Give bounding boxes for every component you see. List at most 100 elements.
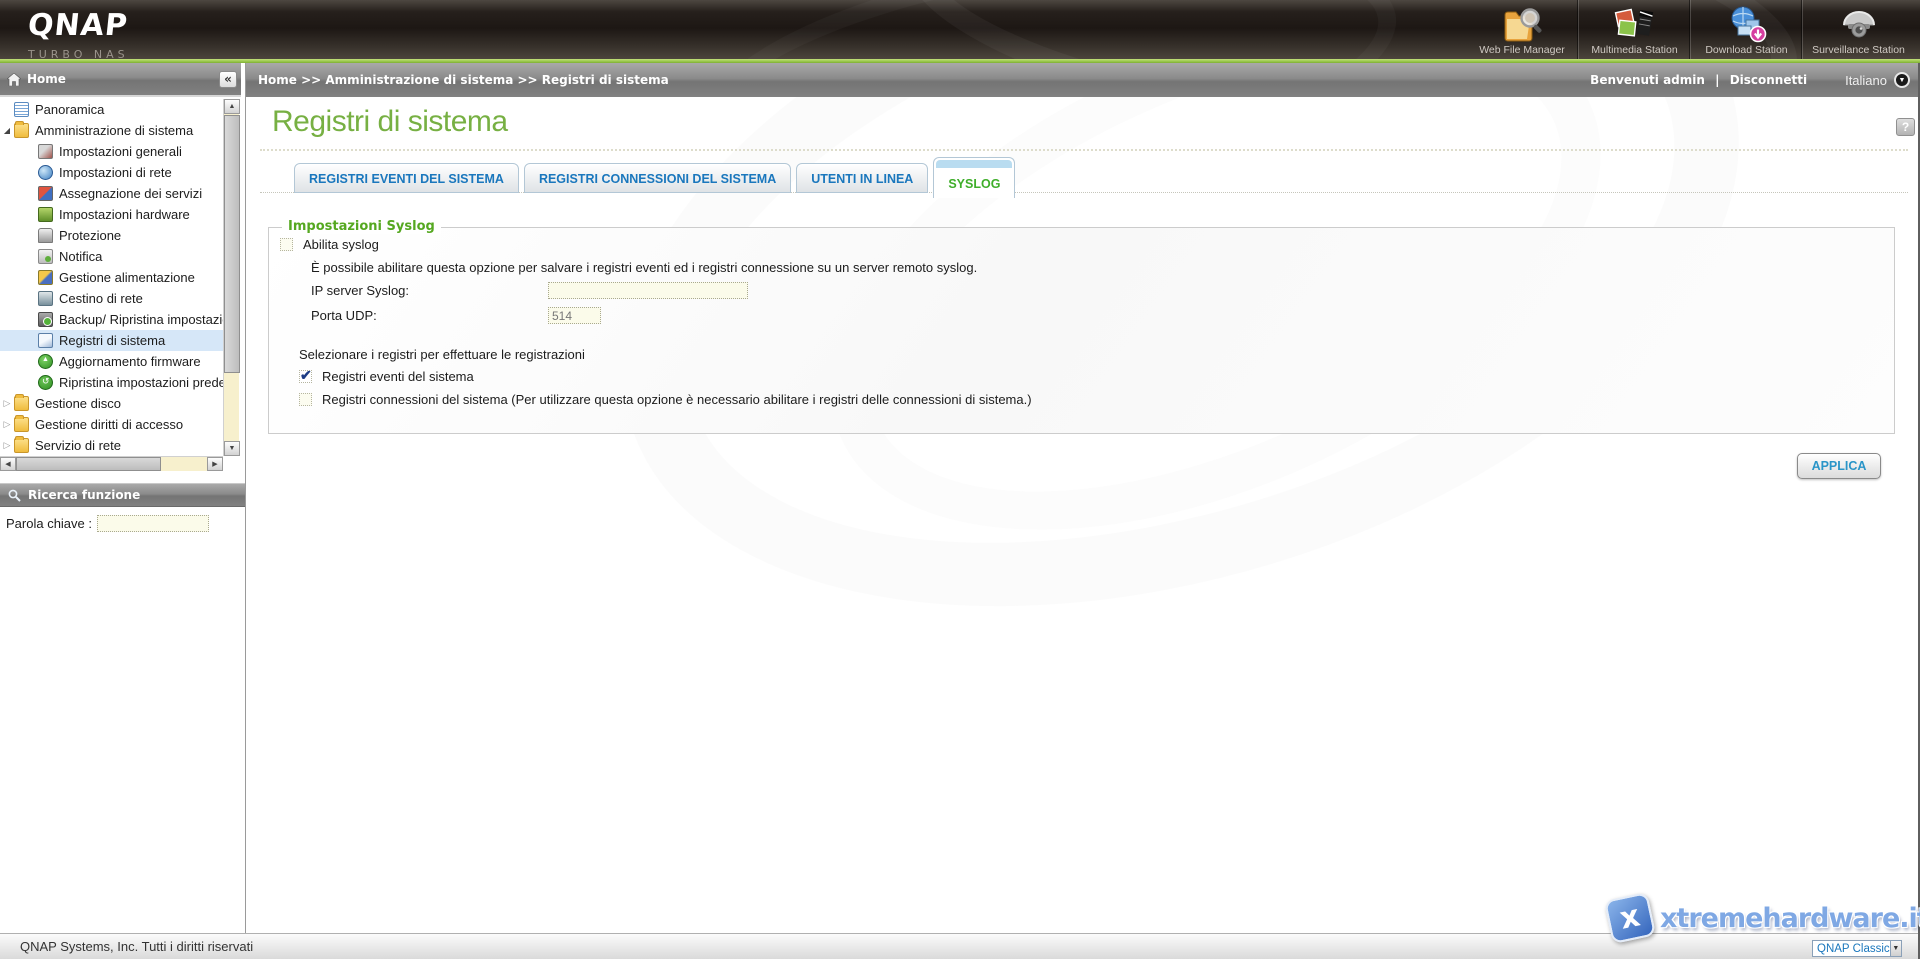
sidebar-item-label: Impostazioni di rete bbox=[59, 165, 172, 180]
backup-icon bbox=[38, 312, 53, 327]
navigation-tree: Panoramica ◢ Amministrazione di sistema Imp… bbox=[0, 99, 223, 456]
web-file-manager-icon bbox=[1499, 4, 1545, 44]
sidebar-item-amministrazione-di-sistema[interactable]: ◢ Amministrazione di sistema bbox=[0, 120, 223, 141]
top-banner: QNAP TURBO NAS Web File Manager Multimedi… bbox=[0, 0, 1920, 59]
event-logs-checkbox[interactable]: ✔ bbox=[299, 367, 312, 383]
page-title: Registri di sistema bbox=[272, 105, 508, 138]
search-icon bbox=[8, 489, 21, 502]
logs-icon bbox=[38, 333, 53, 348]
doc-icon bbox=[14, 102, 29, 117]
sidebar-item-impostazioni-hardware[interactable]: Impostazioni hardware bbox=[0, 204, 223, 225]
tab-label: REGISTRI EVENTI DEL SISTEMA bbox=[309, 172, 504, 186]
tab-utenti-in-linea[interactable]: UTENTI IN LINEA bbox=[796, 163, 929, 193]
sidebar-item-backup-ripristina-impostazioni[interactable]: Backup/ Ripristina impostazioni bbox=[0, 309, 223, 330]
logout-link[interactable]: Disconnetti bbox=[1730, 73, 1807, 87]
theme-select-arrow-icon[interactable]: ▼ bbox=[1889, 941, 1901, 956]
station-web-file-manager[interactable]: Web File Manager bbox=[1466, 0, 1578, 59]
sidebar-item-label: Panoramica bbox=[35, 102, 105, 117]
apply-button[interactable]: APPLICA bbox=[1797, 453, 1881, 479]
help-button[interactable]: ? bbox=[1896, 118, 1915, 136]
station-label: Web File Manager bbox=[1479, 44, 1565, 56]
sidebar-item-label: Aggiornamento firmware bbox=[59, 354, 201, 369]
hardware-icon bbox=[38, 207, 53, 222]
network-icon bbox=[38, 165, 53, 180]
notify-icon bbox=[38, 249, 53, 264]
syslog-ip-input[interactable] bbox=[548, 282, 748, 299]
horizontal-scroll-thumb[interactable] bbox=[16, 457, 161, 471]
sidebar-item-assegnazione-dei-servizi[interactable]: Assegnazione dei servizi bbox=[0, 183, 223, 204]
theme-select[interactable]: QNAP Classic ▼ bbox=[1812, 940, 1902, 957]
download-station-icon bbox=[1724, 4, 1770, 44]
enable-syslog-checkbox[interactable] bbox=[280, 238, 293, 251]
log-tabs: REGISTRI EVENTI DEL SISTEMA REGISTRI CONN… bbox=[294, 157, 1016, 198]
security-icon bbox=[38, 228, 53, 243]
tab-registri-eventi-del-sistema[interactable]: REGISTRI EVENTI DEL SISTEMA bbox=[294, 163, 519, 193]
language-dropdown-icon[interactable]: ▼ bbox=[1894, 72, 1910, 88]
scroll-up-icon[interactable]: ▲ bbox=[224, 99, 240, 114]
event-logs-label: Registri eventi del sistema bbox=[322, 369, 474, 384]
tab-label: SYSLOG bbox=[948, 177, 1001, 191]
sidebar-item-aggiornamento-firmware[interactable]: Aggiornamento firmware bbox=[0, 351, 223, 372]
sidebar-item-label: Cestino di rete bbox=[59, 291, 143, 306]
language-label: Italiano bbox=[1845, 72, 1887, 88]
station-surveillance-station[interactable]: Surveillance Station bbox=[1802, 0, 1914, 59]
expander-open-icon[interactable]: ◢ bbox=[0, 126, 14, 135]
sidebar: Panoramica ◢ Amministrazione di sistema Imp… bbox=[0, 97, 246, 933]
station-multimedia-station[interactable]: Multimedia Station bbox=[1578, 0, 1690, 59]
scroll-right-icon[interactable]: ▶ bbox=[207, 457, 223, 471]
connection-logs-checkbox[interactable] bbox=[299, 393, 312, 406]
sidebar-item-gestione-alimentazione[interactable]: Gestione alimentazione bbox=[0, 267, 223, 288]
sidebar-item-label: Gestione alimentazione bbox=[59, 270, 195, 285]
station-label: Surveillance Station bbox=[1812, 44, 1905, 56]
sidebar-item-label: Protezione bbox=[59, 228, 122, 243]
sidebar-item-ripristina-impostazioni-predefinite[interactable]: Ripristina impostazioni predefinite bbox=[0, 372, 223, 393]
tab-registri-connessioni-del-sistema[interactable]: REGISTRI CONNESSIONI DEL SISTEMA bbox=[523, 163, 792, 193]
udp-port-input[interactable] bbox=[548, 307, 601, 324]
checkmark-icon: ✔ bbox=[300, 367, 312, 383]
breadcrumb-bar: Home >> Amministrazione di sistema >> Re… bbox=[246, 63, 1920, 97]
sidebar-item-impostazioni-generali[interactable]: Impostazioni generali bbox=[0, 141, 223, 162]
sidebar-item-label: Amministrazione di sistema bbox=[35, 123, 194, 138]
function-search-title: Ricerca funzione bbox=[28, 488, 141, 502]
folder-icon bbox=[14, 415, 29, 432]
sidebar-item-label: Registri di sistema bbox=[59, 333, 166, 348]
expander-closed-icon[interactable]: ▷ bbox=[0, 398, 14, 409]
tab-syslog[interactable]: SYSLOG bbox=[933, 157, 1016, 198]
language-selector[interactable]: Italiano ▼ bbox=[1845, 72, 1910, 88]
welcome-text: Benvenuti admin bbox=[1590, 73, 1705, 87]
function-search-header: Ricerca funzione bbox=[0, 483, 245, 507]
sidebar-item-registri-di-sistema[interactable]: Registri di sistema bbox=[0, 330, 223, 351]
surveillance-station-icon bbox=[1836, 4, 1882, 44]
expander-closed-icon[interactable]: ▷ bbox=[0, 419, 14, 430]
multimedia-station-icon bbox=[1612, 4, 1658, 44]
vertical-scroll-thumb[interactable] bbox=[224, 115, 240, 373]
sidebar-item-gestione-diritti-di-accesso[interactable]: ▷ Gestione diritti di accesso bbox=[0, 414, 223, 435]
sidebar-item-cestino-di-rete[interactable]: Cestino di rete bbox=[0, 288, 223, 309]
station-download-station[interactable]: Download Station bbox=[1690, 0, 1802, 59]
xtremehardware-logo-icon: x bbox=[1603, 891, 1657, 945]
syslog-ip-label: IP server Syslog: bbox=[311, 283, 410, 298]
user-area: Benvenuti admin | Disconnetti bbox=[1590, 73, 1807, 87]
sidebar-item-servizio-di-rete[interactable]: ▷ Servizio di rete bbox=[0, 435, 223, 456]
folder-icon bbox=[14, 394, 29, 411]
sidebar-item-gestione-disco[interactable]: ▷ Gestione disco bbox=[0, 393, 223, 414]
tab-label: UTENTI IN LINEA bbox=[811, 172, 914, 186]
expander-closed-icon[interactable]: ▷ bbox=[0, 440, 14, 451]
keyword-input[interactable] bbox=[97, 515, 209, 532]
scroll-left-icon[interactable]: ◀ bbox=[0, 457, 16, 471]
sidebar-item-panoramica[interactable]: Panoramica bbox=[0, 99, 223, 120]
tree-horizontal-scrollbar[interactable]: ◀ ▶ bbox=[0, 456, 223, 471]
sidebar-item-notifica[interactable]: Notifica bbox=[0, 246, 223, 267]
sidebar-item-label: Impostazioni hardware bbox=[59, 207, 190, 222]
tree-vertical-scrollbar[interactable]: ▲ ▼ bbox=[223, 99, 240, 456]
sidebar-item-impostazioni-di-rete[interactable]: Impostazioni di rete bbox=[0, 162, 223, 183]
tab-label: REGISTRI CONNESSIONI DEL SISTEMA bbox=[538, 172, 777, 186]
title-separator bbox=[260, 149, 1908, 151]
sidebar-item-label: Backup/ Ripristina impostazioni bbox=[59, 312, 223, 327]
collapse-sidebar-button[interactable]: « bbox=[219, 70, 237, 88]
connection-logs-label: Registri connessioni del sistema (Per ut… bbox=[322, 392, 1032, 407]
general-icon bbox=[38, 144, 53, 159]
scroll-down-icon[interactable]: ▼ bbox=[224, 441, 240, 456]
sidebar-item-label: Impostazioni generali bbox=[59, 144, 182, 159]
sidebar-item-protezione[interactable]: Protezione bbox=[0, 225, 223, 246]
